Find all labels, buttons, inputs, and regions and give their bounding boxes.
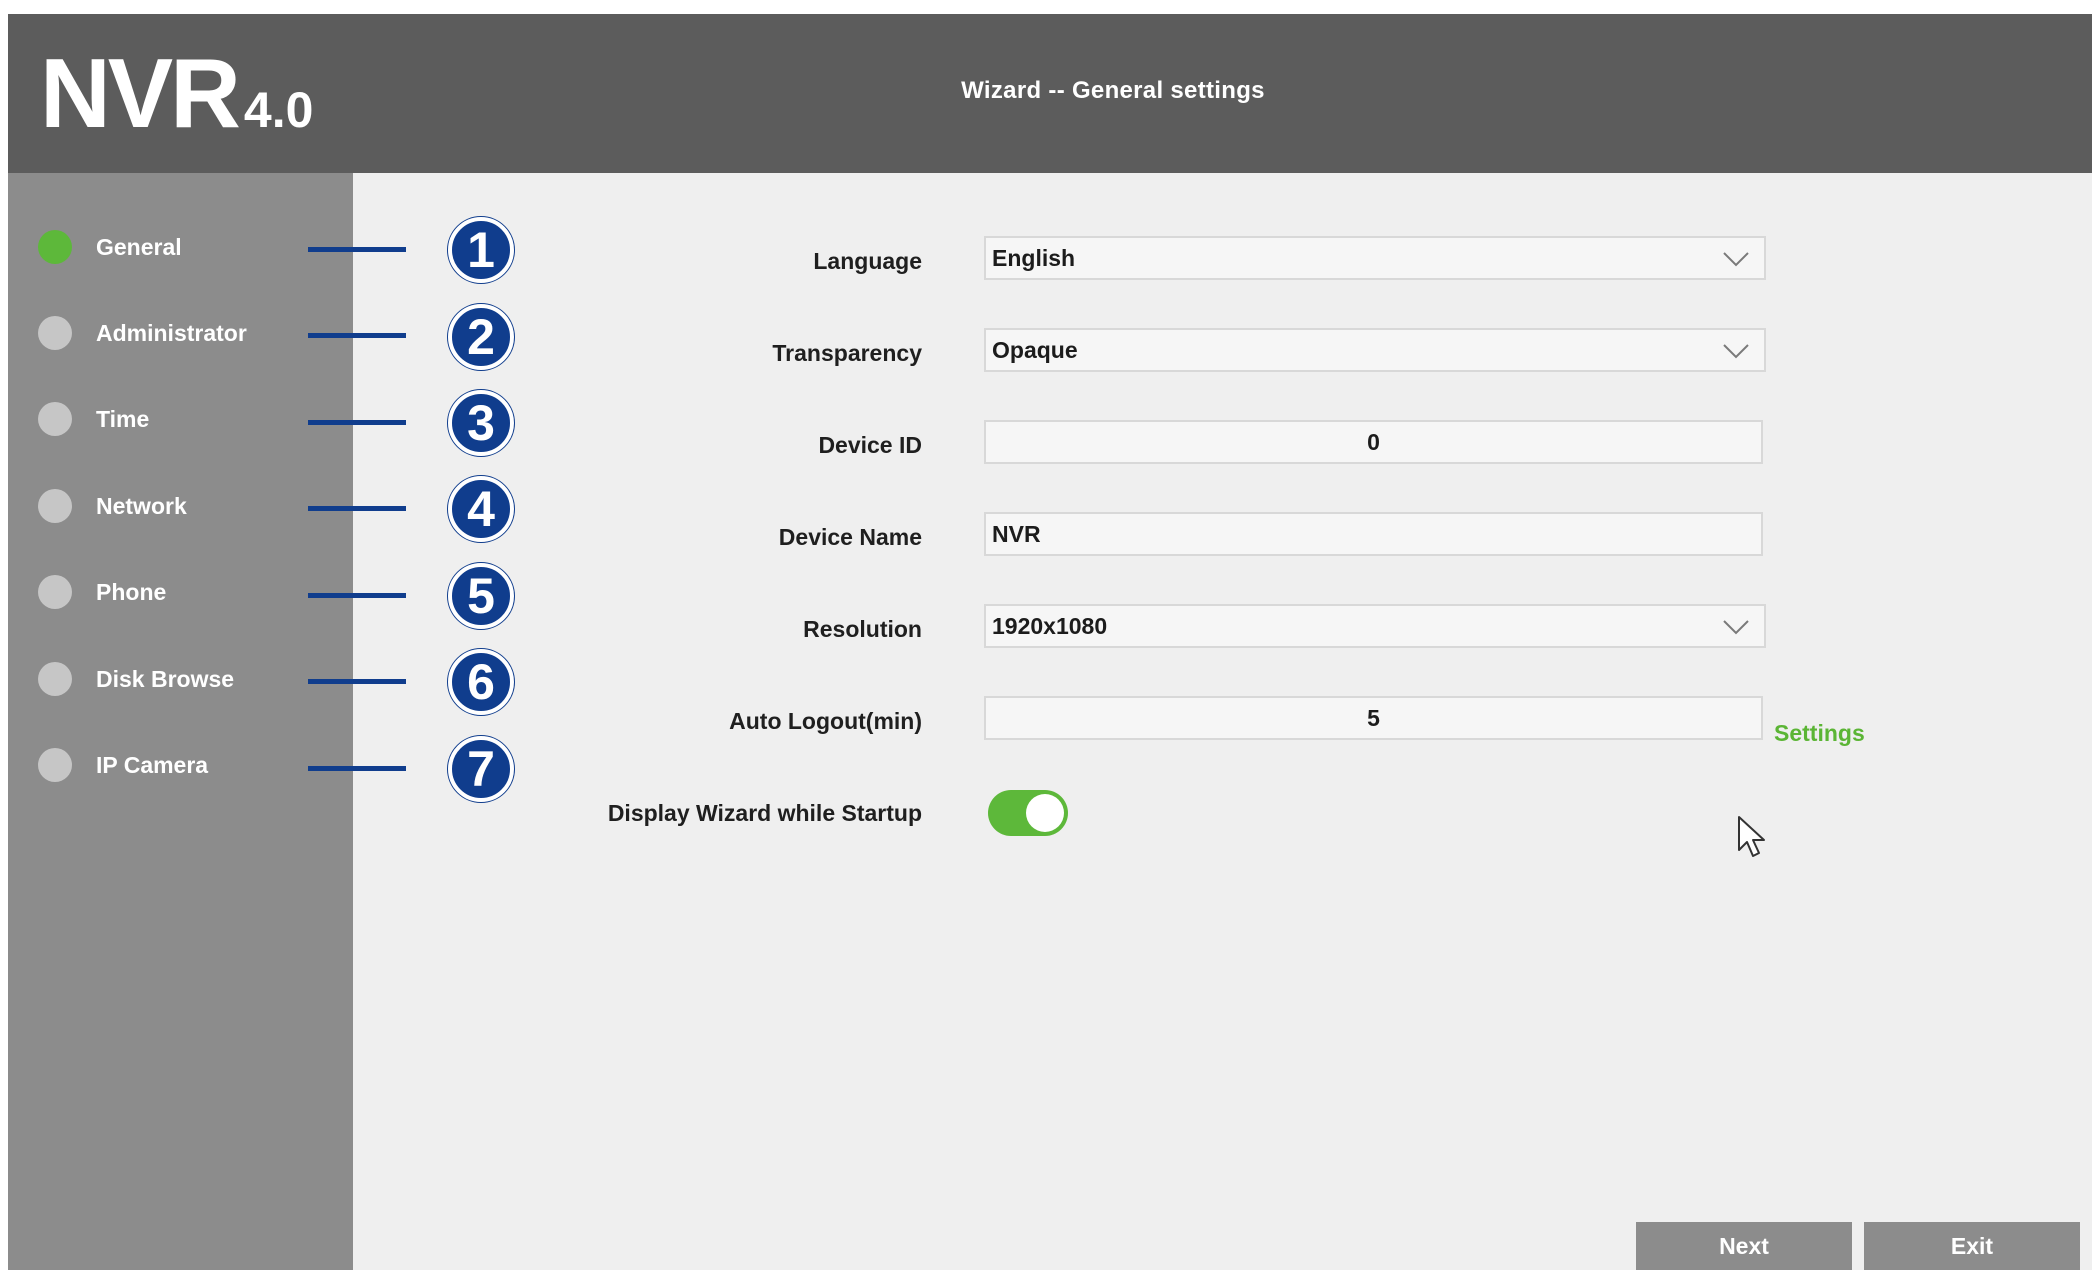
resolution-dropdown[interactable]: 1920x1080 bbox=[984, 604, 1766, 648]
display-wizard-toggle[interactable] bbox=[988, 790, 1068, 836]
annotation-line-7 bbox=[308, 766, 406, 771]
step-status-dot bbox=[38, 748, 72, 782]
transparency-dropdown[interactable]: Opaque bbox=[984, 328, 1766, 372]
annotation-line-2 bbox=[308, 333, 406, 338]
device-name-label: Device Name bbox=[778, 524, 922, 550]
sidebar-item-network[interactable]: Network bbox=[38, 486, 187, 526]
chevron-down-icon bbox=[1723, 344, 1749, 359]
display-wizard-label: Display Wizard while Startup bbox=[607, 800, 922, 826]
sidebar-item-time[interactable]: Time bbox=[38, 399, 149, 439]
annotation-badge-1: 1 bbox=[448, 217, 514, 283]
sidebar-item-phone[interactable]: Phone bbox=[38, 572, 166, 612]
chevron-down-icon bbox=[1723, 620, 1749, 635]
sidebar-item-label: IP Camera bbox=[96, 751, 209, 778]
auto-logout-label: Auto Logout(min) bbox=[729, 708, 922, 734]
device-id-label: Device ID bbox=[818, 432, 922, 458]
annotation-badge-5: 5 bbox=[448, 563, 514, 629]
header-bar: NVR 4.0 Wizard -- General settings bbox=[8, 14, 2092, 173]
sidebar-item-label: Network bbox=[96, 492, 187, 519]
transparency-label: Transparency bbox=[772, 340, 922, 366]
toggle-knob bbox=[1026, 794, 1064, 832]
annotation-badge-3: 3 bbox=[448, 390, 514, 456]
wizard-steps-sidebar: General Administrator Time Network Phone… bbox=[8, 173, 353, 1270]
language-value: English bbox=[992, 244, 1076, 271]
annotation-line-3 bbox=[308, 420, 406, 425]
annotation-badge-4: 4 bbox=[448, 476, 514, 542]
sidebar-item-label: Administrator bbox=[96, 319, 247, 346]
sidebar-item-label: Disk Browse bbox=[96, 665, 235, 692]
auto-logout-value: 5 bbox=[1367, 704, 1380, 731]
step-status-dot bbox=[38, 230, 72, 264]
sidebar-item-disk-browse[interactable]: Disk Browse bbox=[38, 659, 234, 699]
mouse-pointer-icon bbox=[1738, 816, 1765, 857]
annotation-line-4 bbox=[308, 506, 406, 511]
transparency-value: Opaque bbox=[992, 336, 1078, 363]
sidebar-item-label: Phone bbox=[96, 578, 167, 605]
step-status-dot bbox=[38, 402, 72, 436]
auto-logout-settings-link[interactable]: Settings bbox=[1774, 720, 1865, 747]
annotation-badge-2: 2 bbox=[448, 304, 514, 370]
device-id-field[interactable]: 0 bbox=[984, 420, 1763, 464]
step-status-dot bbox=[38, 316, 72, 350]
device-name-value: NVR bbox=[992, 520, 1041, 547]
chevron-down-icon bbox=[1723, 252, 1749, 267]
language-label: Language bbox=[813, 248, 922, 274]
sidebar-item-label: General bbox=[96, 233, 182, 260]
device-id-value: 0 bbox=[1367, 428, 1380, 455]
annotation-badge-7: 7 bbox=[448, 736, 514, 802]
auto-logout-field[interactable]: 5 bbox=[984, 696, 1763, 740]
step-status-dot bbox=[38, 489, 72, 523]
language-dropdown[interactable]: English bbox=[984, 236, 1766, 280]
sidebar-item-general[interactable]: General bbox=[38, 227, 182, 267]
annotation-line-5 bbox=[308, 593, 406, 598]
sidebar-item-label: Time bbox=[96, 405, 150, 432]
nvr-wizard-window: NVR 4.0 Wizard -- General settings Genera… bbox=[8, 14, 2092, 1270]
step-status-dot bbox=[38, 575, 72, 609]
annotation-line-1 bbox=[308, 247, 406, 252]
resolution-value: 1920x1080 bbox=[992, 612, 1108, 639]
step-status-dot bbox=[38, 662, 72, 696]
sidebar-item-ip-camera[interactable]: IP Camera bbox=[38, 745, 208, 785]
next-button[interactable]: Next bbox=[1636, 1222, 1852, 1270]
exit-button[interactable]: Exit bbox=[1864, 1222, 2080, 1270]
resolution-label: Resolution bbox=[803, 616, 922, 642]
device-name-field[interactable]: NVR bbox=[984, 512, 1763, 556]
annotation-badge-6: 6 bbox=[448, 649, 514, 715]
page-title: Wizard -- General settings bbox=[961, 77, 1265, 104]
annotation-line-6 bbox=[308, 679, 406, 684]
sidebar-item-administrator[interactable]: Administrator bbox=[38, 313, 247, 353]
